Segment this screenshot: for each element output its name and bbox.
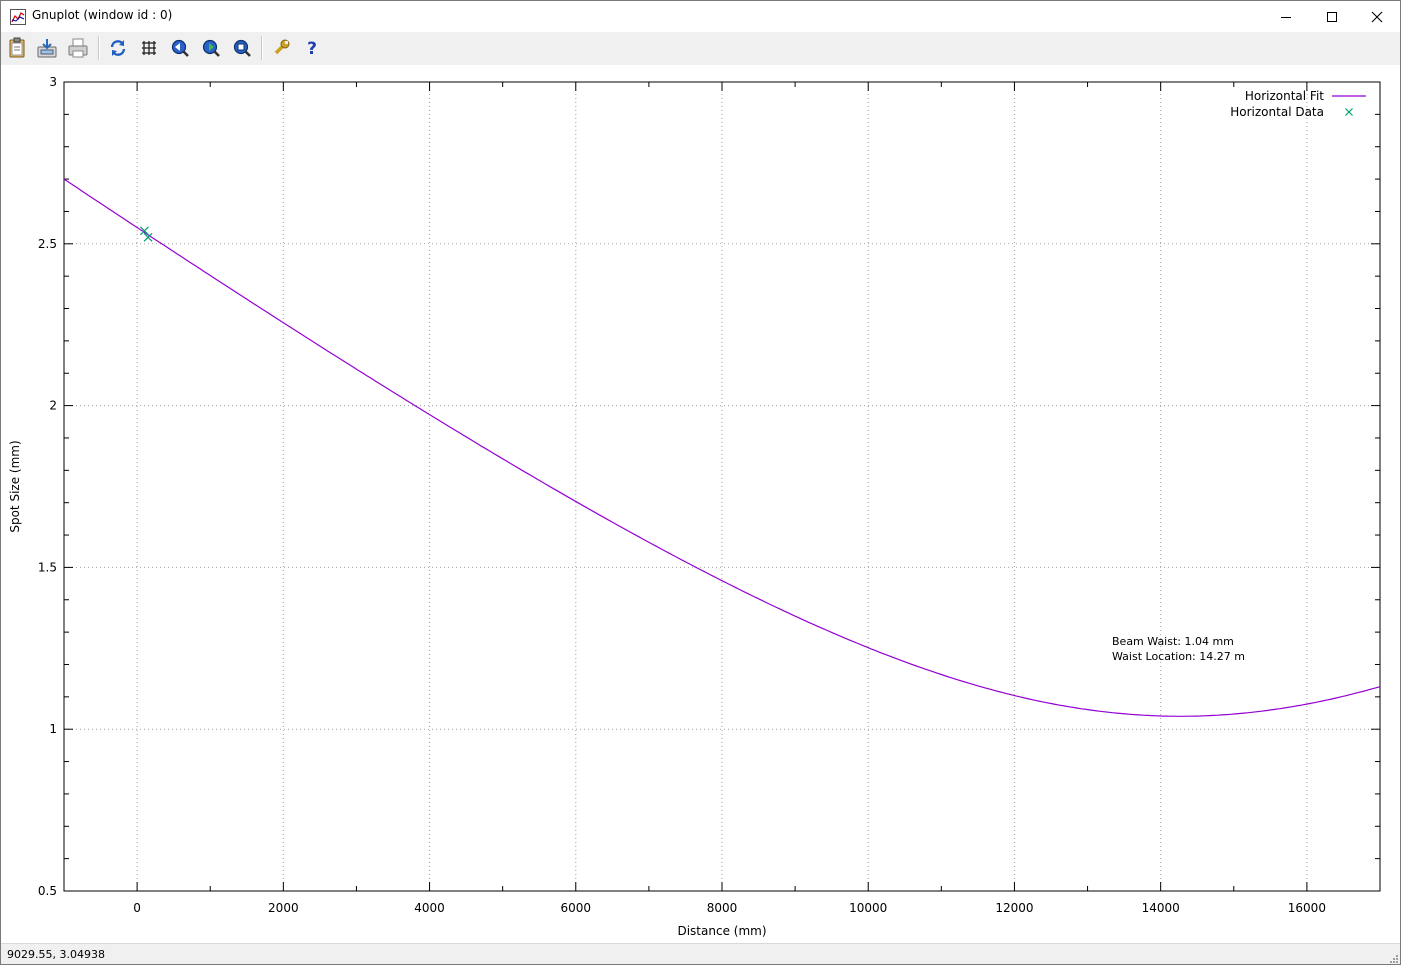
size-grip-icon[interactable]: [1389, 954, 1399, 964]
legend-label: Horizontal Fit: [1245, 89, 1324, 103]
replot-button[interactable]: [106, 36, 130, 60]
y-tick-label: 2: [49, 399, 57, 413]
minimize-icon: [1281, 16, 1291, 18]
x-tick-label: 16000: [1288, 901, 1326, 915]
annotation-text: Beam Waist: 1.04 mm: [1112, 635, 1234, 648]
y-tick-label: 1: [49, 722, 57, 736]
legend-label: Horizontal Data: [1230, 105, 1324, 119]
refresh-icon: [110, 40, 126, 56]
title-bar[interactable]: Gnuplot (window id : 0): [1, 1, 1400, 32]
close-icon: [1371, 11, 1383, 22]
x-tick-label: 6000: [561, 901, 592, 915]
y-tick-label: 2.5: [38, 237, 57, 251]
x-tick-label: 0: [133, 901, 141, 915]
x-axis-label: Distance (mm): [677, 924, 766, 938]
minimize-button[interactable]: [1263, 1, 1309, 32]
options-button[interactable]: [269, 36, 293, 60]
print-button[interactable]: [66, 36, 90, 60]
zoom-forward-icon: [202, 39, 220, 57]
x-tick-label: 10000: [849, 901, 887, 915]
save-button[interactable]: [35, 36, 59, 60]
status-bar: 9029.55, 3.04938: [1, 943, 1400, 964]
plot-area[interactable]: 0 2000 4000 6000 8000 10000 12000 14000 16000 0.5…: [1, 65, 1400, 947]
maximize-icon: [1327, 11, 1337, 22]
y-tick-label: 3: [49, 75, 57, 89]
clipboard-icon: [9, 37, 25, 58]
svg-text:?: ?: [307, 39, 317, 58]
window-title: Gnuplot (window id : 0): [32, 8, 173, 22]
save-icon: [37, 39, 57, 58]
annotation-text: Waist Location: 14.27 m: [1112, 650, 1245, 663]
x-tick-label: 12000: [995, 901, 1033, 915]
maximize-button[interactable]: [1309, 1, 1355, 32]
help-icon: ?: [307, 39, 317, 58]
mouse-coordinates: 9029.55, 3.04938: [7, 948, 105, 961]
x-tick-label: 14000: [1142, 901, 1180, 915]
toolbar: ?: [1, 32, 1400, 65]
toolbar-separator: [98, 36, 100, 60]
zoom-fit-icon: [233, 39, 251, 57]
x-tick-label: 8000: [707, 901, 738, 915]
gnuplot-window: Gnuplot (window id : 0) ? 0 2000 4000 60…: [0, 0, 1401, 965]
previous-zoom-button[interactable]: [168, 36, 192, 60]
autoscale-button[interactable]: [230, 36, 254, 60]
toolbar-separator: [261, 36, 263, 60]
copy-clipboard-button[interactable]: [5, 36, 29, 60]
next-zoom-button[interactable]: [199, 36, 223, 60]
y-axis-label: Spot Size (mm): [8, 440, 22, 532]
y-tick-label: 1.5: [38, 560, 57, 574]
zoom-back-icon: [171, 39, 189, 57]
grid-icon: [142, 41, 156, 55]
x-tick-label: 2000: [268, 901, 299, 915]
y-tick-label: 0.5: [38, 884, 57, 898]
x-tick-label: 4000: [414, 901, 445, 915]
gnuplot-chart[interactable]: 0 2000 4000 6000 8000 10000 12000 14000 16000 0.5…: [1, 65, 1400, 943]
gnuplot-app-icon: [10, 9, 26, 25]
help-button[interactable]: ?: [300, 36, 324, 60]
printer-icon: [68, 38, 88, 58]
wrench-icon: [274, 39, 290, 55]
close-button[interactable]: [1354, 1, 1400, 32]
grid-button[interactable]: [137, 36, 161, 60]
